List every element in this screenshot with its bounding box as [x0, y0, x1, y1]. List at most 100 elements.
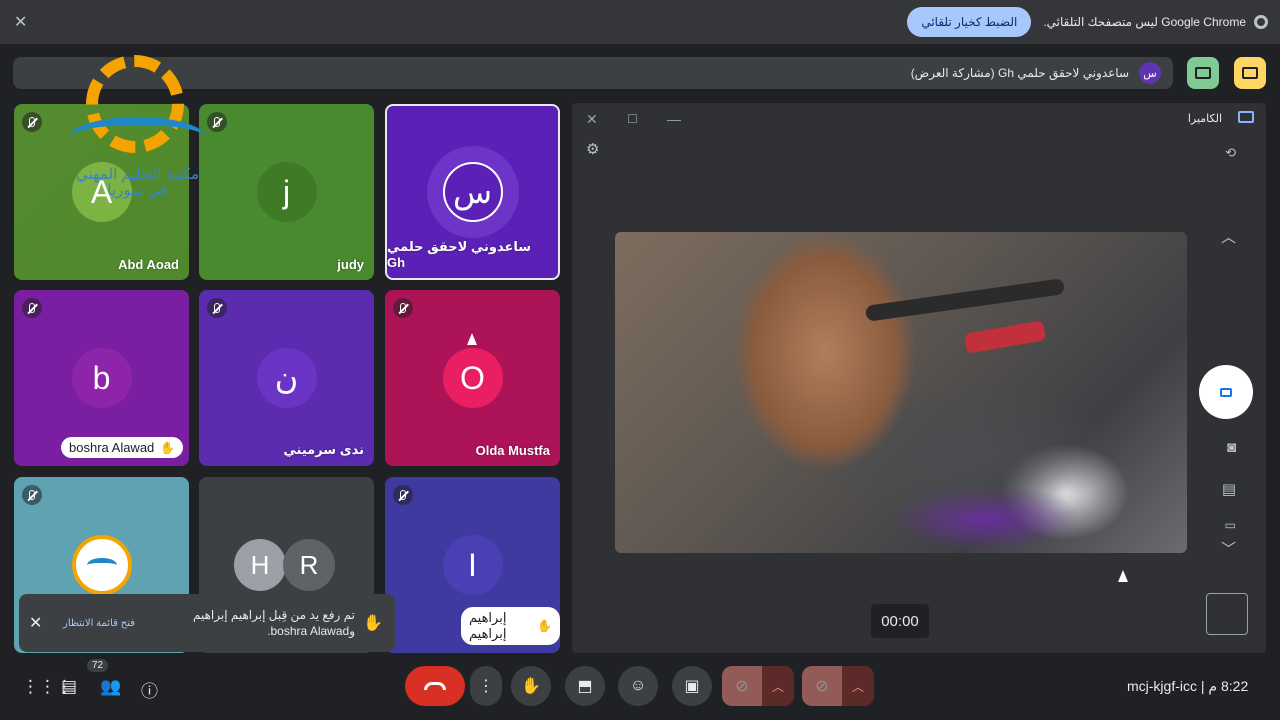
book-icon	[70, 117, 205, 157]
mic-off-icon	[207, 298, 227, 318]
toast-message: تم رفع يد من قِبل إبراهيم إبراهيم وboshr…	[192, 608, 355, 638]
participant-name: ساعدوني لاحقق حلمي Gh	[387, 239, 532, 270]
recording-timer: 00:00	[871, 604, 929, 638]
scan-icon[interactable]: ▭	[1225, 518, 1236, 532]
participant-tile[interactable]: b boshra Alawad ✋	[14, 290, 189, 466]
layout-icon	[1195, 67, 1211, 79]
document-icon[interactable]: ▤	[1222, 480, 1236, 498]
camera-preview	[615, 232, 1187, 553]
hand-raised-badge: boshra Alawad ✋	[61, 437, 184, 458]
open-queue-link[interactable]: فتح قائمة الانتظار	[63, 618, 153, 629]
more-options-button[interactable]: ⋮	[470, 666, 502, 706]
avatar: j	[256, 162, 317, 222]
cable	[864, 278, 1066, 322]
settings-icon[interactable]: ⚙	[586, 140, 599, 158]
participant-name: Olda Mustfa	[475, 443, 550, 458]
presenter-text: ساعدوني لاحقق حلمي Gh (مشاركة العرض)	[910, 66, 1129, 80]
camera-panel: ✕ ☐ — الكاميرا ⚙ ⟲ ︿ ◙ ▤ ▭ ﹀ 00:00	[572, 103, 1266, 653]
participant-tile[interactable]: ن ندى سرميني	[199, 290, 374, 466]
captions-button[interactable]: ▣	[672, 666, 712, 706]
mic-off-button[interactable]: ⊘	[802, 666, 842, 706]
mic-off-icon	[393, 298, 413, 318]
mic-off-icon	[22, 298, 42, 318]
chrome-icon	[1254, 15, 1268, 29]
clip	[963, 320, 1047, 354]
mic-off-icon	[22, 112, 42, 132]
close-icon[interactable]: ✕	[586, 111, 598, 128]
default-browser-infobar: Google Chrome ليس متصفحك التلقائي. الضبط…	[0, 0, 1280, 44]
logo-avatar	[71, 535, 132, 595]
raise-hand-button[interactable]: ✋	[511, 666, 551, 706]
meeting-details: 8:22 م | mcj-kjgf-icc	[1127, 678, 1248, 695]
mouse-cursor	[1118, 570, 1128, 582]
book-icon	[86, 558, 117, 572]
photo-icon[interactable]: ◙	[1227, 439, 1236, 456]
camera-off-button[interactable]: ⊘	[722, 666, 762, 706]
switch-layout-button[interactable]	[1187, 57, 1219, 89]
close-icon[interactable]: ✕	[14, 12, 27, 32]
close-icon[interactable]: ✕	[29, 613, 51, 633]
camera-options-button[interactable]: ︿	[762, 666, 794, 706]
watermark-logo: مكتبة التعليم المهني في سوريا	[50, 55, 225, 205]
present-screen-button[interactable]: ⬒	[565, 666, 605, 706]
chat-icon[interactable]: ▤	[61, 677, 77, 697]
hangup-icon	[424, 682, 446, 690]
emoji-icon: ☺	[629, 677, 647, 694]
separator: |	[1197, 678, 1205, 694]
panel-title: الكاميرا	[1187, 113, 1222, 125]
avatar: H	[234, 539, 286, 591]
participant-tile[interactable]: j judy	[199, 104, 374, 280]
chevron-up-icon[interactable]: ︿	[1221, 226, 1236, 247]
hand-icon: ✋	[521, 678, 541, 695]
captions-icon: ▣	[684, 678, 700, 695]
avatar: R	[283, 539, 335, 591]
set-default-button[interactable]: الضبط كخيار تلقائي	[907, 7, 1032, 37]
record-video-button[interactable]	[1199, 365, 1253, 419]
participant-tile[interactable]: O Olda Mustfa	[385, 290, 560, 466]
last-capture-thumbnail[interactable]	[1206, 593, 1248, 635]
leave-call-button[interactable]	[405, 666, 465, 706]
infobar-message: Google Chrome ليس متصفحك التلقائي.	[1043, 15, 1246, 29]
avatar: b	[71, 348, 132, 408]
participant-name: boshra Alawad	[69, 440, 155, 455]
participant-name: Abd Aoad	[118, 257, 179, 272]
mic-off-icon	[393, 485, 413, 505]
hand-raised-icon: ✋	[537, 619, 552, 633]
avatar: س	[442, 162, 503, 222]
hand-raised-icon: ✋	[160, 440, 176, 455]
pin-presentation-button[interactable]	[1234, 57, 1266, 89]
mic-options-button[interactable]: ︿	[842, 666, 874, 706]
info-icon[interactable]: ⓘ	[141, 677, 158, 702]
videocam-off-icon: ⊘	[735, 678, 749, 695]
switch-camera-icon[interactable]: ⟲	[1225, 145, 1236, 161]
more-vert-icon: ⋮	[478, 678, 494, 695]
chevron-down-icon[interactable]: ﹀	[1221, 538, 1236, 559]
avatar: ن	[256, 348, 317, 408]
participant-tile-active-speaker[interactable]: س ساعدوني لاحقق حلمي Gh	[385, 104, 560, 280]
minimize-icon[interactable]: —	[667, 111, 681, 127]
people-icon[interactable]: 👥	[100, 677, 121, 697]
mic-off-icon	[22, 485, 42, 505]
maximize-icon[interactable]: ☐	[627, 112, 638, 126]
video-icon	[1220, 387, 1232, 397]
participant-tile[interactable]: I إبراهيم إبراهيم ✋	[385, 477, 560, 653]
participant-count-badge: 72	[87, 659, 109, 672]
watermark-text: مكتبة التعليم المهني في سوريا	[75, 166, 200, 199]
camera-icon	[1238, 111, 1254, 123]
present-icon: ⬒	[577, 678, 593, 695]
presenter-avatar: س	[1139, 62, 1161, 84]
avatar: I	[442, 535, 503, 595]
mouse-cursor	[467, 333, 477, 345]
chevron-up-icon: ︿	[851, 679, 864, 694]
chevron-up-icon: ︿	[771, 679, 784, 694]
presentation-icon	[1242, 67, 1258, 79]
participant-name: ندى سرميني	[283, 442, 364, 457]
hand-raise-toast: ✕ فتح قائمة الانتظار تم رفع يد من قِبل إ…	[19, 594, 395, 652]
reactions-button[interactable]: ☺	[618, 666, 658, 706]
avatar: O	[442, 348, 503, 408]
hand-raised-icon: ✋	[363, 615, 383, 632]
mic-off-icon: ⊘	[815, 678, 829, 695]
meeting-code: mcj-kjgf-icc	[1127, 678, 1197, 694]
participant-name: إبراهيم إبراهيم	[469, 610, 507, 641]
meeting-time: 8:22 م	[1208, 678, 1249, 694]
